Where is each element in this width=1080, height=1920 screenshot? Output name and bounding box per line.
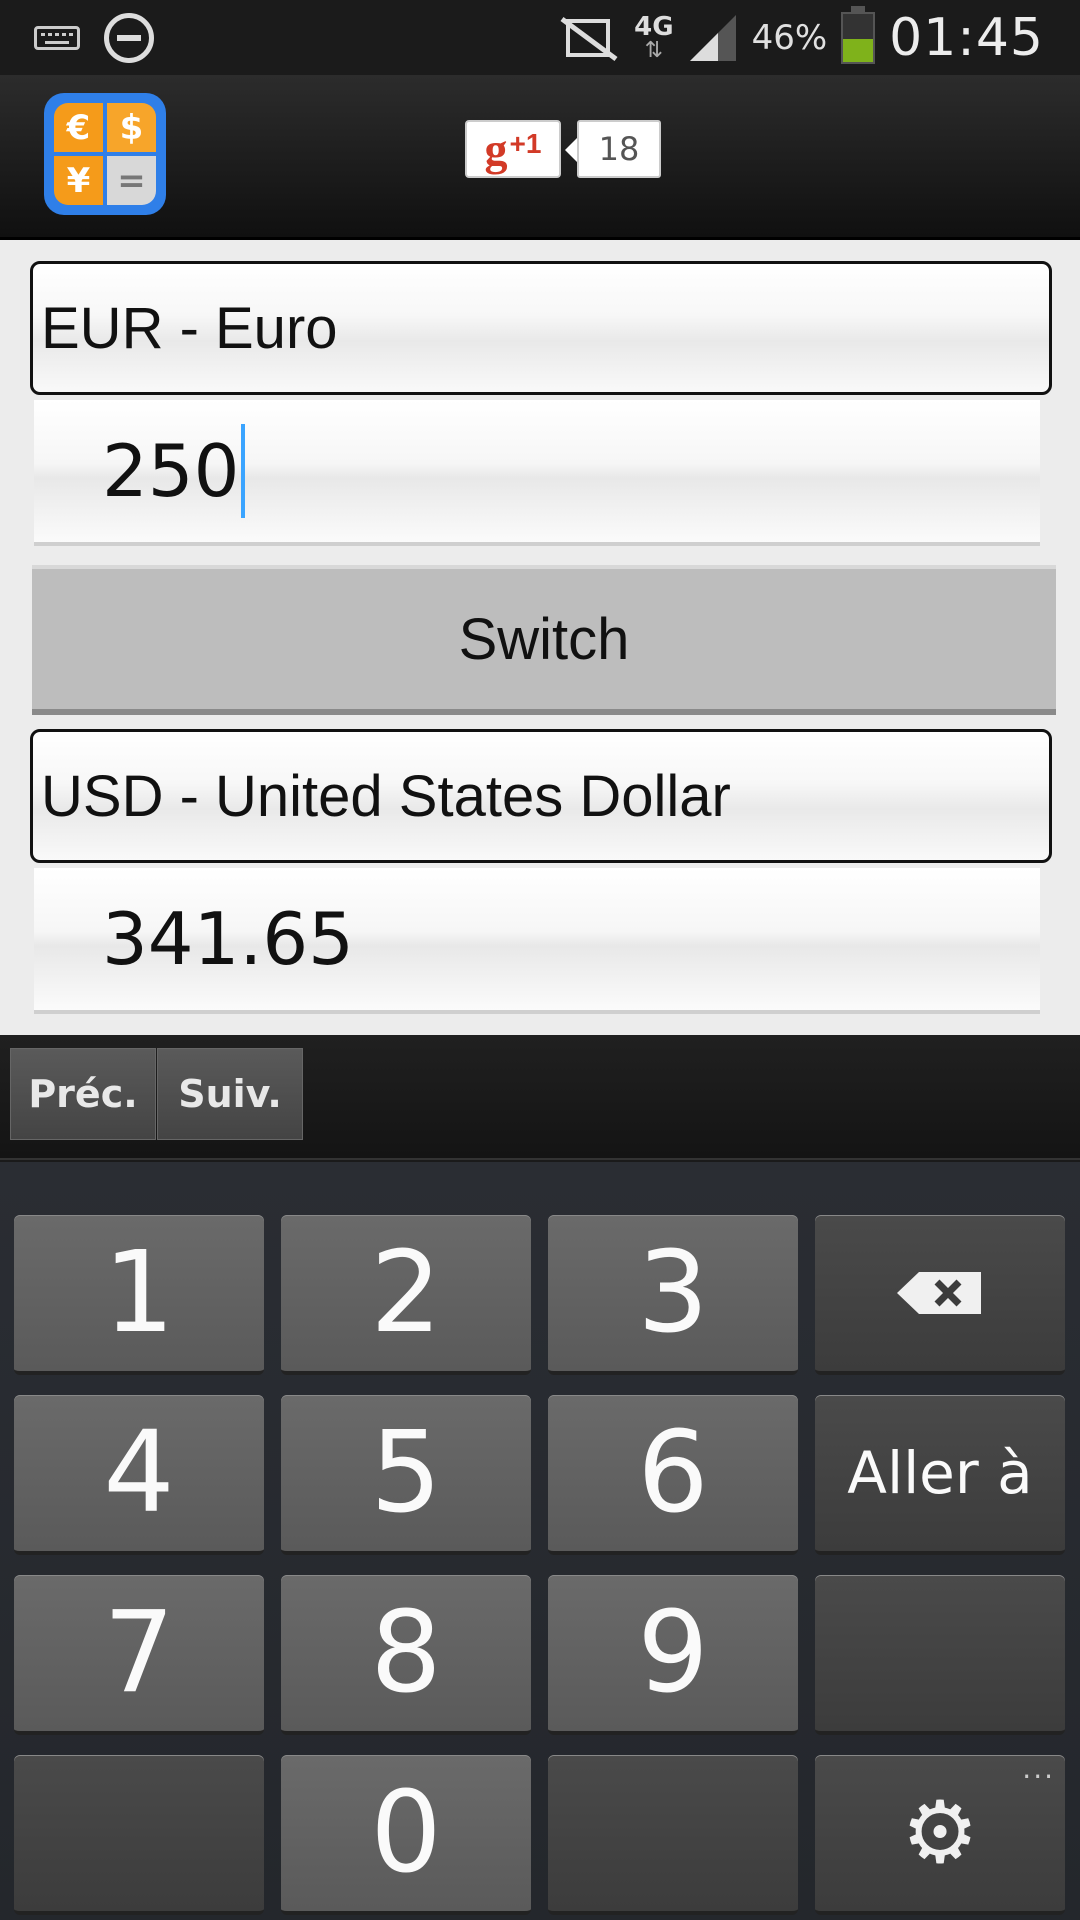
mute-icon [560,16,618,61]
key-3[interactable]: 3 [548,1215,798,1375]
logo-dollar-symbol: $ [107,103,156,152]
network-indicator: 4G ⇅ [634,14,673,62]
key-4[interactable]: 4 [14,1395,264,1555]
to-amount-field[interactable]: 341.65 [34,868,1040,1014]
data-arrows-icon: ⇅ [644,37,664,63]
converter-panel: EUR - Euro 250 Switch USD - United State… [0,240,1080,1035]
more-options-indicator: ... [1022,1752,1055,1785]
numeric-keyboard: Préc. Suiv. 1 2 3 4 5 6 Aller à 7 8 9 0 … [0,1035,1080,1920]
clock: 01:45 [889,7,1044,68]
signal-icon [689,14,736,61]
go-key[interactable]: Aller à [815,1395,1065,1555]
key-8[interactable]: 8 [281,1575,531,1735]
gplus-label: +1 [509,128,542,159]
text-cursor [241,424,246,518]
status-bar: 4G ⇅ 46% 01:45 [0,0,1080,75]
status-right-icons: 4G ⇅ 46% 01:45 [558,0,1044,75]
network-type-label: 4G [634,11,674,42]
battery-percent: 46% [751,17,828,58]
key-7[interactable]: 7 [14,1575,264,1735]
backspace-key[interactable] [815,1215,1065,1375]
from-amount-input[interactable]: 250 [34,400,1040,546]
app-bar: € $ ¥ = g +1 18 [0,75,1080,240]
key-1[interactable]: 1 [14,1215,264,1375]
blank-key-left[interactable] [14,1755,264,1915]
backspace-icon [897,1272,981,1314]
key-0[interactable]: 0 [281,1755,531,1915]
keypad: 1 2 3 4 5 6 Aller à 7 8 9 0 ... ⚙ [0,1162,1080,1920]
previous-field-button[interactable]: Préc. [10,1048,156,1140]
blank-key-right[interactable] [815,1575,1065,1735]
keyboard-icon [34,26,80,50]
logo-yen-symbol: ¥ [54,156,103,205]
blank-key-center[interactable] [548,1755,798,1915]
keyboard-nav-bar: Préc. Suiv. [0,1035,1080,1160]
switch-button[interactable]: Switch [32,565,1056,715]
logo-euro-symbol: € [54,103,103,152]
key-2[interactable]: 2 [281,1215,531,1375]
do-not-disturb-icon [104,13,154,63]
key-5[interactable]: 5 [281,1395,531,1555]
to-currency-spinner[interactable]: USD - United States Dollar [30,729,1052,863]
google-plus-widget: g +1 18 [465,120,661,178]
status-left-icons [34,10,154,66]
google-g-icon: g [484,123,508,175]
gear-icon: ⚙ [901,1783,979,1883]
settings-key[interactable]: ... ⚙ [815,1755,1065,1915]
key-6[interactable]: 6 [548,1395,798,1555]
key-9[interactable]: 9 [548,1575,798,1735]
google-plus-one-button[interactable]: g +1 [465,120,561,178]
app-logo-icon[interactable]: € $ ¥ = [44,93,166,215]
battery-icon [841,5,876,64]
logo-equals-symbol: = [107,156,156,205]
next-field-button[interactable]: Suiv. [157,1048,303,1140]
from-amount-value: 250 [102,429,240,513]
to-amount-value: 341.65 [102,897,354,981]
from-currency-spinner[interactable]: EUR - Euro [30,261,1052,395]
gplus-count-badge: 18 [565,120,661,178]
